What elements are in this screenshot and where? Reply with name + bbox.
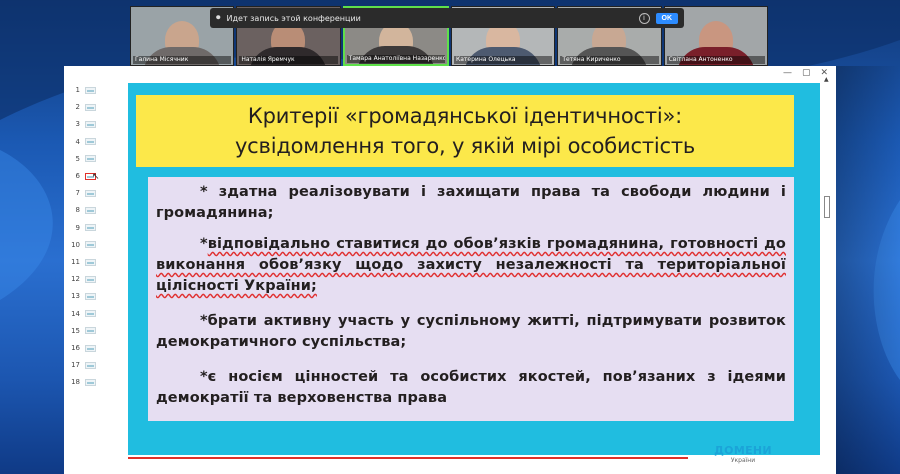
thumbnail-number: 16 <box>71 344 80 352</box>
slide-title-box: Критерії «громадянської ідентичності»: у… <box>136 95 794 167</box>
slide-thumbnail[interactable]: 6 ↖ <box>70 170 100 182</box>
slide-thumbnail[interactable]: 1 <box>70 84 96 96</box>
slide-thumbnail[interactable]: 2 <box>70 101 96 113</box>
spellcheck-underline: відповідально <box>207 236 331 252</box>
participant-name: Катерина Олецька <box>453 56 553 64</box>
participant-name: Галина Місячник <box>133 56 232 64</box>
ok-button[interactable]: OK <box>655 12 678 24</box>
thumbnail-number: 18 <box>71 378 80 387</box>
thumbnail-number: 6 <box>75 172 80 180</box>
participant-name: Світлана Антоненко <box>666 56 765 64</box>
accent-line <box>128 457 688 459</box>
slide-thumbnail[interactable]: 7 <box>70 187 96 199</box>
thumbnail-preview[interactable] <box>85 86 96 94</box>
scroll-up-icon[interactable]: ▲ <box>824 76 829 83</box>
thumbnail-number: 4 <box>75 137 80 146</box>
thumbnail-number: 8 <box>75 206 80 215</box>
slide-thumbnail[interactable]: 16 <box>70 342 96 354</box>
domeny-logo: ДОМЕНИ України <box>714 444 772 465</box>
criterion-2: *відповідально ставитися до обов’язків г… <box>156 236 786 294</box>
participant-name: Тетяна Кириченко <box>560 56 659 64</box>
window-shadow <box>836 66 900 474</box>
maximize-icon[interactable]: ▢ <box>802 68 811 78</box>
recording-icon: ⏺ <box>216 13 221 23</box>
slide-canvas: Критерії «громадянської ідентичності»: у… <box>128 83 820 472</box>
thumbnail-preview[interactable] <box>85 155 96 163</box>
thumbnail-preview[interactable] <box>85 241 96 249</box>
thumbnail-preview[interactable] <box>85 292 96 300</box>
thumbnail-number: 17 <box>71 361 80 370</box>
vertical-scrollbar[interactable]: ▲ <box>824 76 830 474</box>
slide-thumbnail[interactable]: 9 <box>70 222 96 234</box>
thumbnail-preview[interactable] <box>85 310 96 318</box>
slide-thumbnail[interactable]: 12 <box>70 273 96 285</box>
slide-title-line-1: Критерії «громадянської ідентичності»: <box>247 104 683 128</box>
thumbnail-preview[interactable] <box>85 378 96 386</box>
thumbnail-preview[interactable] <box>85 120 96 128</box>
slide-thumbnail[interactable]: 5 <box>70 153 96 165</box>
slide-thumbnail[interactable]: 8 <box>70 204 96 216</box>
slide-thumbnail[interactable]: 10 <box>70 239 96 251</box>
criterion-1: * здатна реалізовувати і захищати права … <box>156 184 786 221</box>
thumbnail-preview[interactable] <box>85 258 96 266</box>
thumbnail-number: 14 <box>71 309 80 318</box>
slide-thumbnail[interactable]: 14 <box>70 308 96 320</box>
info-icon[interactable]: i <box>638 12 650 24</box>
slide-thumbnail[interactable]: 11 <box>70 256 96 268</box>
slide-thumbnail[interactable]: 13 <box>70 290 96 302</box>
mouse-cursor-icon: ↖ <box>92 172 100 182</box>
thumbnail-preview[interactable] <box>85 138 96 146</box>
thumbnail-number: 2 <box>75 103 80 112</box>
desktop: { "conference": { "recording_text": "Иде… <box>0 0 900 474</box>
thumbnail-preview[interactable] <box>85 103 96 111</box>
slide-thumbnails: 1 2 3 4 5 6 ↖ 7 8 9 10 11 12 13 14 15 16 17 18 <box>64 80 104 474</box>
slide-thumbnail[interactable]: 4 <box>70 136 96 148</box>
slide-frame: Критерії «громадянської ідентичності»: у… <box>128 83 820 455</box>
thumbnail-number: 9 <box>75 223 80 232</box>
thumbnail-number: 1 <box>75 86 80 94</box>
thumbnail-preview[interactable] <box>85 361 96 369</box>
slide-thumbnail[interactable]: 3 <box>70 118 96 130</box>
slide-body-box: * здатна реалізовувати і захищати права … <box>148 177 794 421</box>
criterion-4: *є носієм цінностей та особистих якостей… <box>156 369 786 406</box>
recording-text: Идет запись этой конференции <box>226 13 361 23</box>
slide-footer: ДОМЕНИ України <box>128 445 820 472</box>
participant-name: Тамара Анатоліївна Назаренко <box>346 55 445 63</box>
thumbnail-number: 15 <box>71 326 80 335</box>
scroll-thumb[interactable] <box>824 196 830 218</box>
slide-title-line-2: усвідомлення того, у якій мірі особистіс… <box>234 134 696 158</box>
recording-banner: ⏺ Идет запись этой конференции i OK <box>210 8 684 28</box>
presentation-window: — ▢ ✕ 1 2 3 4 5 6 ↖ 7 8 9 10 11 12 13 14 15 16 17 18 Крите… <box>64 66 836 474</box>
thumbnail-preview[interactable] <box>85 189 96 197</box>
thumbnail-preview[interactable] <box>85 327 96 335</box>
minimize-icon[interactable]: — <box>783 68 792 78</box>
participant-name: Наталія Яремчук <box>239 56 338 64</box>
thumbnail-preview[interactable] <box>85 206 96 214</box>
thumbnail-number: 3 <box>75 120 80 129</box>
slide-thumbnail[interactable]: 17 <box>70 359 96 371</box>
thumbnail-preview[interactable] <box>85 224 96 232</box>
thumbnail-number: 5 <box>75 154 80 163</box>
thumbnail-number: 11 <box>71 258 80 266</box>
thumbnail-preview[interactable] <box>85 275 96 283</box>
slide-thumbnail[interactable]: 18 <box>70 376 96 388</box>
thumbnail-number: 12 <box>71 275 80 284</box>
slide-thumbnail[interactable]: 15 <box>70 325 96 337</box>
thumbnail-number: 10 <box>71 240 80 249</box>
window-controls: — ▢ ✕ <box>783 68 828 78</box>
criterion-3: *брати активну участь у суспільному житт… <box>156 313 786 350</box>
thumbnail-preview[interactable] <box>85 344 96 352</box>
thumbnail-number: 7 <box>75 189 80 198</box>
thumbnail-number: 13 <box>71 292 80 301</box>
